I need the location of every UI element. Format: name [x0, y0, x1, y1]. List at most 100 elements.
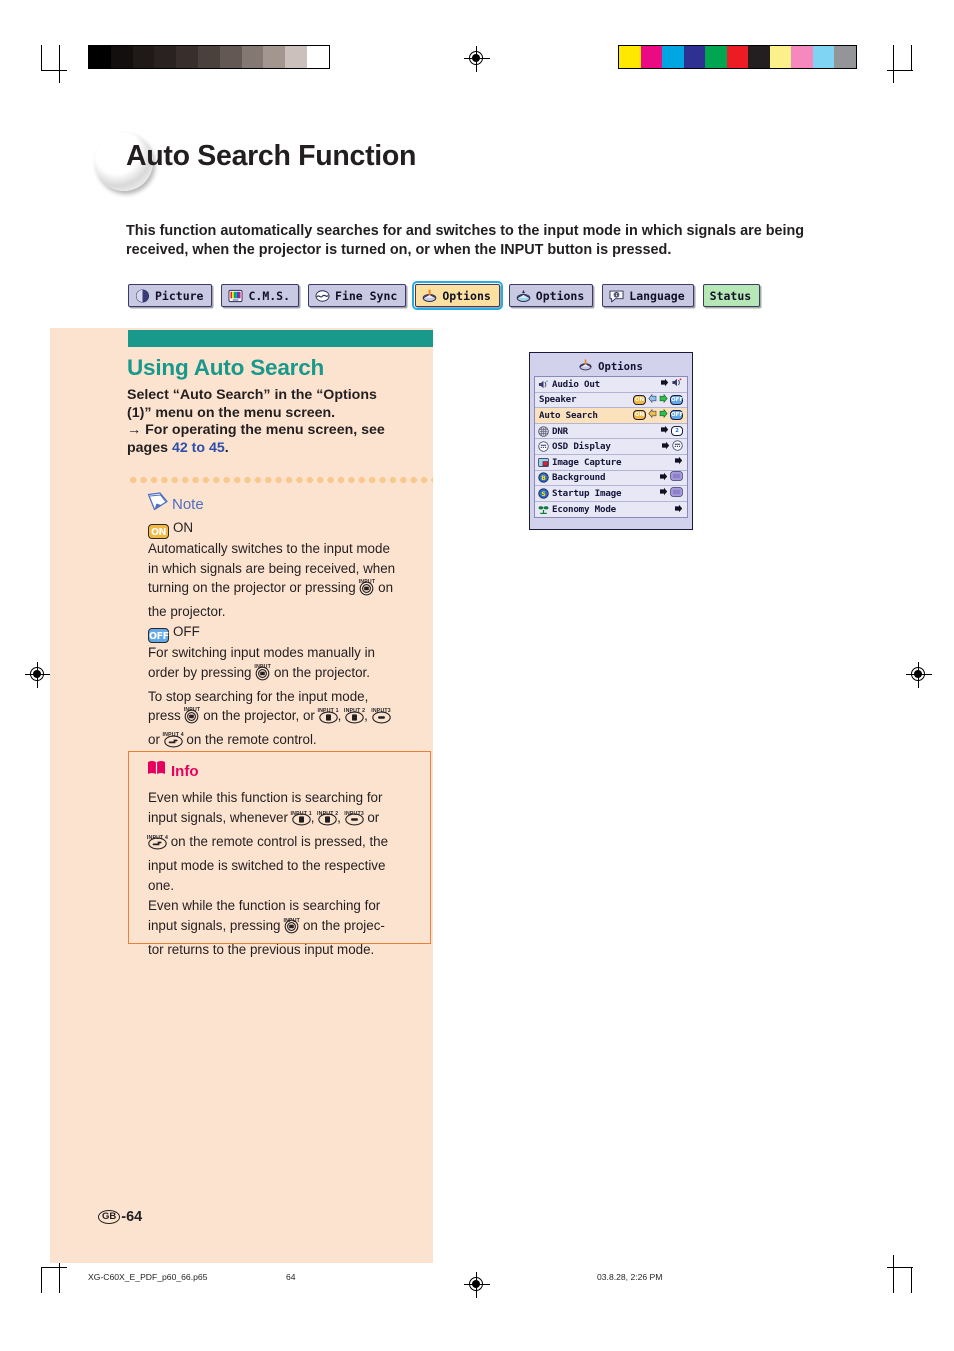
arrow-right-icon[interactable]: [659, 487, 668, 499]
arrow-right-icon[interactable]: [659, 409, 668, 421]
osd-row-control[interactable]: [674, 456, 683, 468]
projector-input-key-icon: INPUT: [283, 918, 300, 940]
osd-row-audio-out[interactable]: Audio Out: [535, 377, 687, 393]
page-reference-link[interactable]: 42 to 45: [172, 440, 225, 456]
osd-row-control[interactable]: 2: [660, 425, 683, 437]
osd-toggle-on[interactable]: ON: [633, 410, 646, 421]
registration-target-top: [464, 46, 490, 72]
note-on-line-c-post: on: [378, 580, 394, 596]
swatch: [640, 46, 662, 68]
section-instructions: Select “Auto Search” in the “Options (1)…: [127, 387, 427, 457]
info-content: Even while this function is searching fo…: [147, 788, 420, 960]
picture-icon: [135, 288, 150, 303]
osd-toggle-off[interactable]: OFF: [670, 394, 683, 405]
tab-language-5[interactable]: Language: [602, 284, 694, 307]
note-on-line-d: the projector.: [148, 603, 226, 619]
arrow-right-icon[interactable]: [659, 472, 668, 484]
key-cap-label: INPUT3: [371, 708, 391, 715]
osd-row-dnr[interactable]: DNR 2: [535, 424, 687, 440]
arrow-left-icon[interactable]: [648, 409, 657, 421]
remote-input2-key-icon: INPUT 2: [317, 811, 338, 832]
osd-row-economy-mode[interactable]: Economy Mode: [535, 502, 687, 518]
remote-input1-key-icon: INPUT 1: [317, 708, 339, 730]
pencil-icon: [147, 492, 169, 516]
instruction-line-3: → For operating the menu screen, see: [127, 422, 385, 438]
info-line-1: Even while this function is searching fo…: [148, 790, 383, 805]
swatch: [619, 46, 641, 68]
note-on-line-a: Automatically switches to the input mode: [148, 541, 390, 556]
osd-row-value[interactable]: 2: [671, 426, 683, 437]
osd-row-value-icon[interactable]: [672, 439, 683, 454]
arrow-right-icon[interactable]: [660, 425, 669, 437]
projector-input-key-icon: INPUT: [254, 664, 271, 687]
svg-text:S: S: [541, 491, 545, 498]
arrow-left-icon[interactable]: [648, 393, 657, 406]
note-off-line-d-mid: on the projector, or: [203, 708, 315, 724]
tab-options-4[interactable]: Options: [508, 284, 594, 307]
osd-row-control[interactable]: [659, 487, 683, 500]
note-header: Note: [147, 492, 204, 516]
osd-row-auto-search[interactable]: Auto Search ON OFF: [535, 408, 687, 424]
svg-text:B: B: [541, 475, 546, 482]
note-on-line-c: turning on the projector or pressing INP…: [148, 578, 433, 602]
crop-mark-bl-v: [41, 1267, 43, 1293]
osd-row-control[interactable]: [659, 471, 683, 484]
crop-mark-br-inner: [893, 1255, 895, 1293]
osd-row-control[interactable]: ON OFF: [633, 409, 683, 421]
note-off-line-a: For switching input modes manually in: [148, 645, 376, 661]
osd-toggle-off[interactable]: OFF: [670, 410, 683, 421]
crop-mark-bl-h: [41, 1267, 67, 1269]
tab-label: Picture: [155, 288, 204, 303]
osd-row-label: Speaker: [539, 394, 577, 406]
projector-input-key-icon: INPUT: [184, 707, 200, 730]
osd-row-speaker[interactable]: Speaker ON OFF: [535, 393, 687, 409]
remote-input1-key-icon: INPUT 1: [291, 811, 312, 832]
osd-row-startup-image[interactable]: S Startup Image: [535, 486, 687, 502]
background-icon: B: [538, 472, 549, 484]
swatch: [285, 46, 307, 68]
osd-toggle-on[interactable]: ON: [633, 394, 646, 405]
arrow-right-icon[interactable]: [659, 393, 668, 406]
tab-status-6[interactable]: Status: [702, 284, 761, 307]
info-header: Info: [147, 760, 199, 782]
arrow-right-icon[interactable]: [674, 456, 683, 468]
osd-row-value-icon[interactable]: [671, 377, 683, 391]
key-cap-label: INPUT3: [344, 811, 364, 817]
osd-row-value-icon[interactable]: [670, 471, 683, 484]
note-off-line-e: or INPUT 4 on the remote control.: [148, 730, 433, 754]
info-line-7-pre: input signals, pressing: [148, 918, 281, 933]
dnr-icon: [538, 425, 549, 437]
osd-row-control[interactable]: ON OFF: [633, 393, 683, 406]
tab-c-m-s-1[interactable]: C.M.S.: [221, 284, 300, 307]
note-off-line-b-pre: order by pressing: [148, 664, 252, 680]
tab-options-3[interactable]: Options: [411, 280, 504, 311]
tab-label: Fine Sync: [335, 288, 398, 303]
arrow-right-icon[interactable]: [674, 504, 683, 516]
osd-row-background[interactable]: B Background: [535, 471, 687, 487]
note-off-line-e-post: on the remote control.: [186, 731, 317, 747]
tab-fine-sync-2[interactable]: Fine Sync: [308, 284, 407, 307]
note-on-line-c-pre: turning on the projector or pressing: [148, 580, 356, 596]
cms-icon: [228, 289, 243, 303]
osd-row-label: Economy Mode: [552, 504, 616, 516]
osd-row-control[interactable]: [674, 504, 683, 516]
osd-row-value-icon[interactable]: [670, 487, 683, 500]
swatch: [306, 46, 329, 68]
osd-row-control[interactable]: [661, 439, 683, 454]
arrow-right-icon[interactable]: [661, 441, 670, 453]
tab-picture-0[interactable]: Picture: [128, 284, 213, 307]
osd-row-osd-display[interactable]: OSD Display: [535, 439, 687, 455]
osd-row-image-capture[interactable]: Image Capture: [535, 455, 687, 471]
remote-input3-key-icon: INPUT3: [371, 708, 391, 730]
crop-mark-br-v: [911, 1267, 913, 1293]
language-icon: [609, 289, 624, 303]
arrow-right-icon[interactable]: [660, 378, 669, 390]
osd-row-control[interactable]: [660, 377, 683, 391]
swatch: [263, 46, 286, 68]
note-content: ON ON Automatically switches to the input…: [148, 518, 433, 753]
swatch: [176, 46, 198, 68]
note-on-line-b: in which signals are being received, whe…: [148, 560, 396, 576]
info-line-5: one.: [148, 878, 175, 893]
osd-display-icon: [538, 441, 549, 452]
swatch: [791, 46, 813, 68]
